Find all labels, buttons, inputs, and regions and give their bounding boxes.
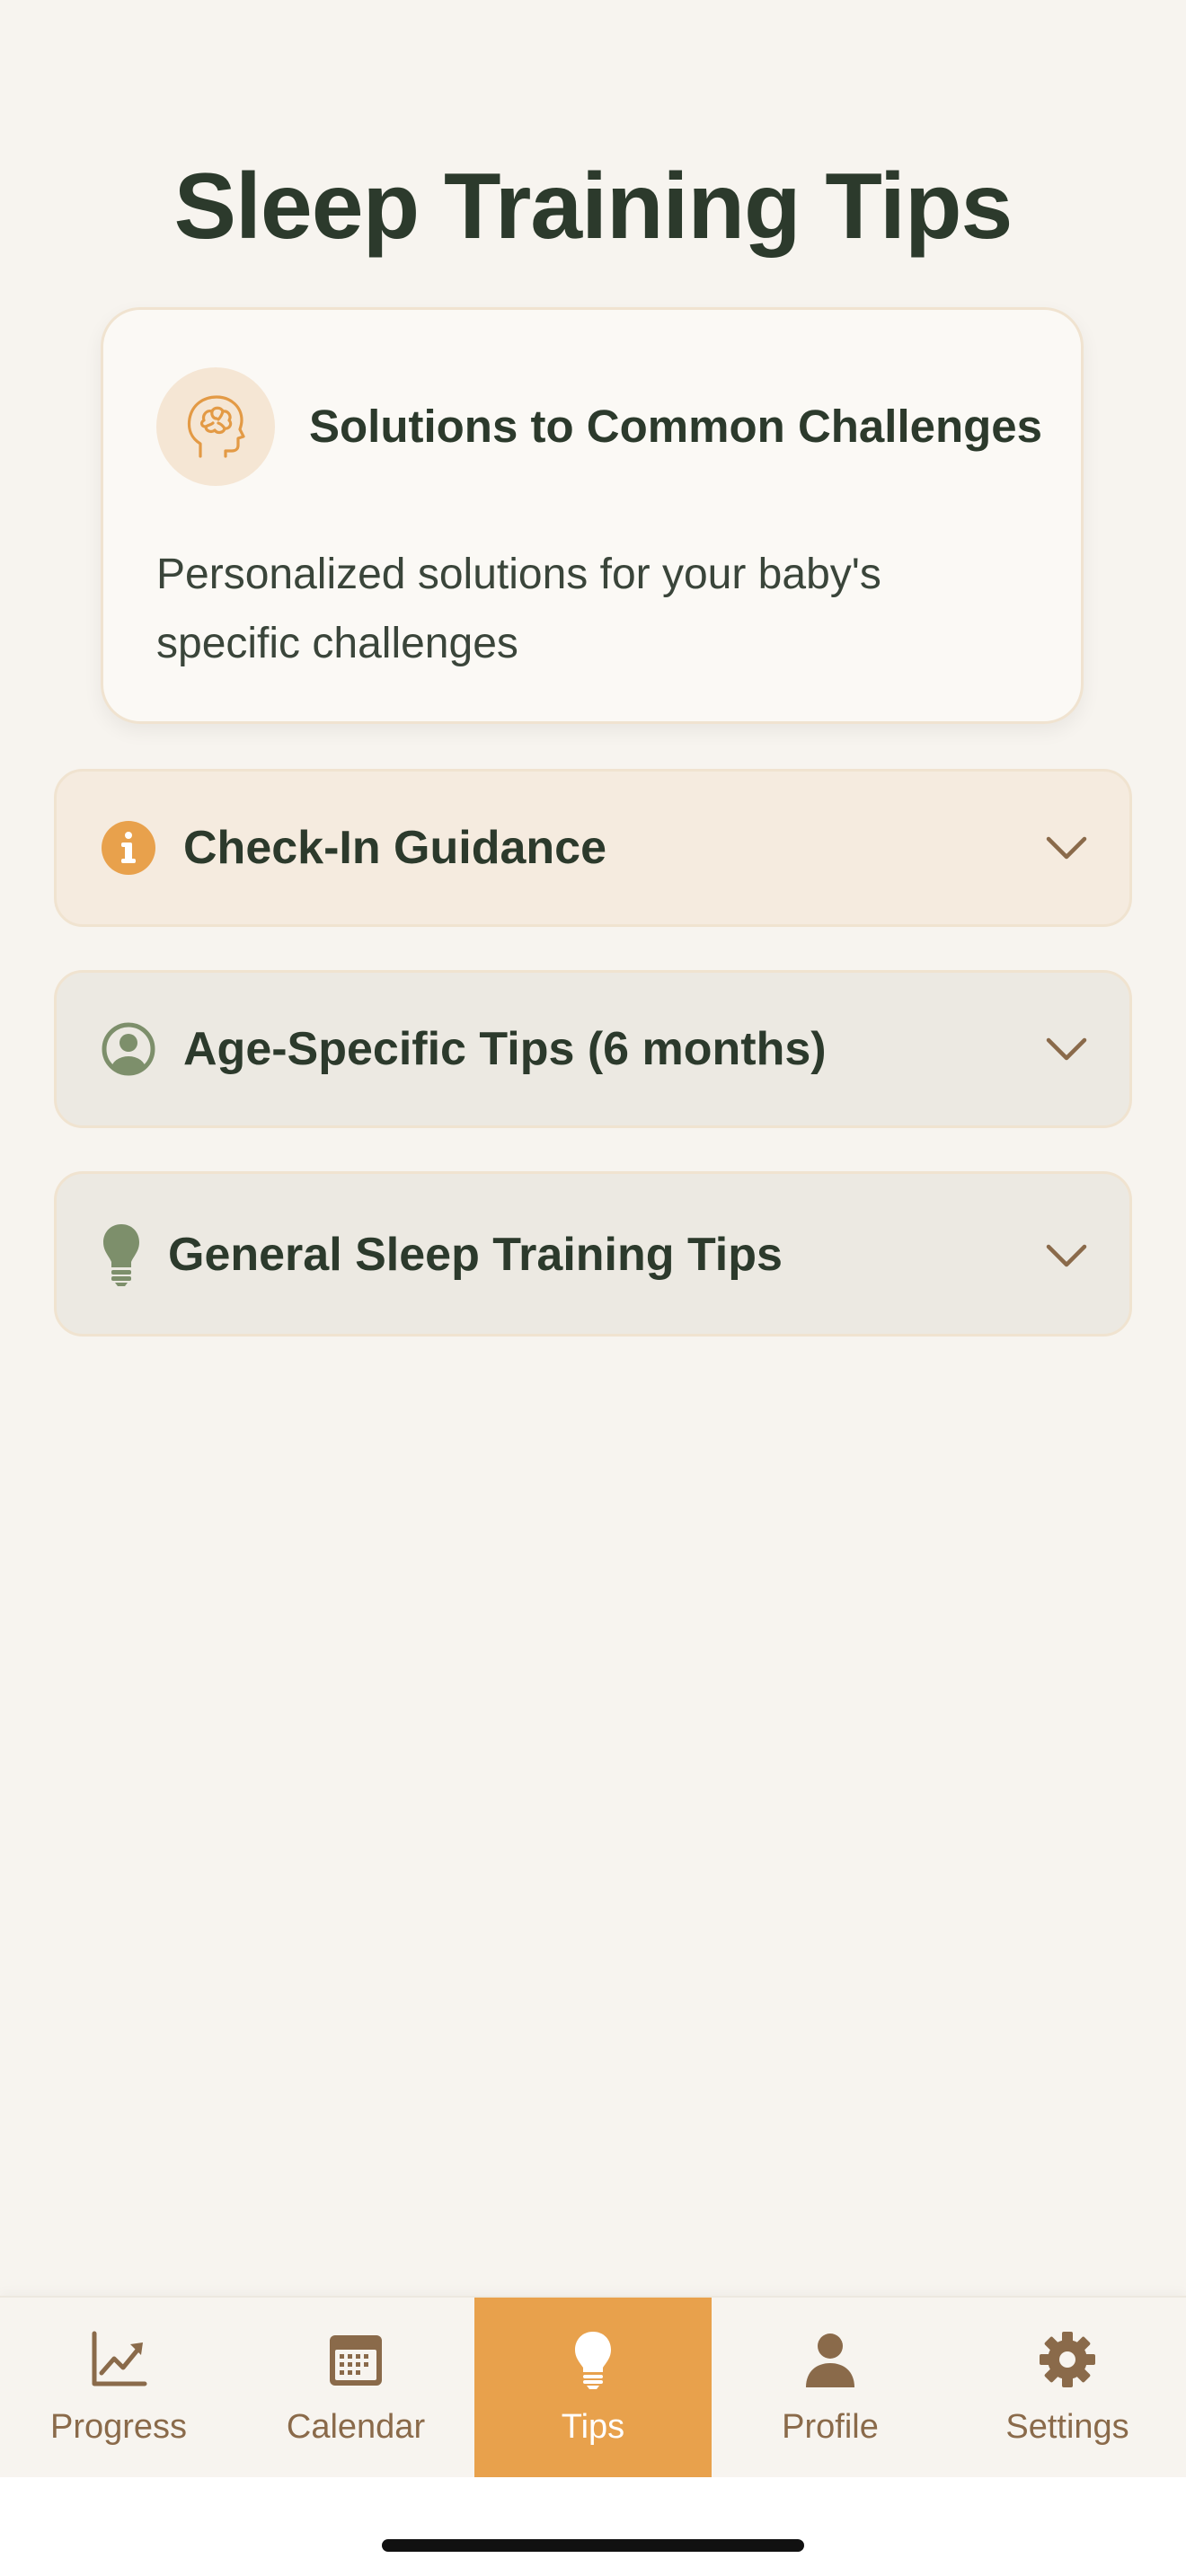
- tab-label: Tips: [561, 2408, 625, 2446]
- user-circle-icon: [102, 1022, 155, 1076]
- calendar-icon: [330, 2335, 382, 2386]
- brain-head-icon: [156, 367, 275, 486]
- tab-bar: Progress Calendar Tips Profile Settings: [0, 2296, 1186, 2479]
- tab-label: Profile: [782, 2408, 879, 2446]
- tab-profile[interactable]: Profile: [712, 2298, 949, 2479]
- page-title: Sleep Training Tips: [173, 154, 1013, 259]
- gear-icon: [1040, 2332, 1095, 2387]
- card-description: Personalized solutions for your baby's s…: [156, 551, 881, 667]
- section-check-in-guidance[interactable]: Check-In Guidance: [54, 769, 1132, 927]
- tab-progress[interactable]: Progress: [0, 2298, 237, 2479]
- tab-label: Progress: [49, 2408, 188, 2446]
- person-icon: [806, 2333, 854, 2387]
- lightbulb-icon: [575, 2332, 611, 2389]
- home-indicator[interactable]: [382, 2539, 804, 2552]
- section-label: Check-In Guidance: [183, 822, 606, 874]
- section-label: Age-Specific Tips (6 months): [183, 1023, 827, 1075]
- challenges-info-card: Solutions to Common Challenges Personali…: [101, 307, 1084, 724]
- tab-label: Settings: [1005, 2408, 1129, 2446]
- tab-tips[interactable]: Tips: [474, 2298, 712, 2479]
- section-age-specific-tips[interactable]: Age-Specific Tips (6 months): [54, 970, 1132, 1128]
- bottom-safe-area: [0, 2477, 1186, 2576]
- section-general-sleep-training-tips[interactable]: General Sleep Training Tips: [54, 1171, 1132, 1337]
- chevron-down-icon[interactable]: [1045, 834, 1088, 861]
- tab-settings[interactable]: Settings: [949, 2298, 1186, 2479]
- chevron-down-icon[interactable]: [1045, 1036, 1088, 1063]
- lightbulb-icon: [103, 1224, 139, 1286]
- section-label: General Sleep Training Tips: [168, 1229, 783, 1281]
- tab-calendar[interactable]: Calendar: [237, 2298, 474, 2479]
- chart-line-icon: [92, 2331, 147, 2386]
- tab-label: Calendar: [286, 2408, 426, 2446]
- chevron-down-icon[interactable]: [1045, 1242, 1088, 1269]
- info-circle-icon: [102, 821, 155, 875]
- card-title: Solutions to Common Challenges: [309, 401, 1043, 452]
